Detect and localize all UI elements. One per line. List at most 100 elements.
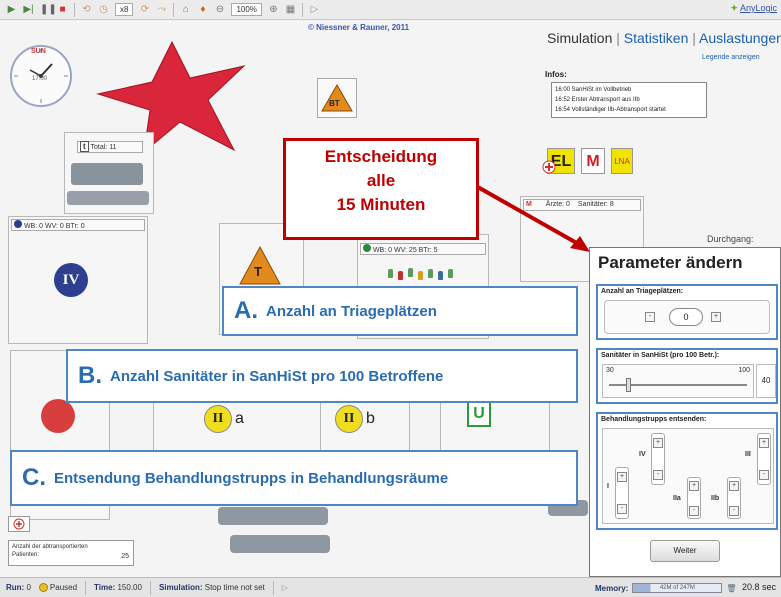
group-iia-minus-button[interactable]: - (689, 506, 699, 516)
group-i-minus-button[interactable]: - (617, 504, 627, 514)
faster-icon[interactable]: ⤳ (156, 4, 167, 15)
group-iia-plus-button[interactable]: + (689, 481, 699, 491)
status-divider (272, 580, 274, 595)
room-iv-stats: WB: 0 WV: 0 BTr: 0 (11, 219, 145, 231)
stretcher-group (218, 507, 328, 525)
u-marker: U (467, 401, 491, 427)
iia-marker: II (204, 405, 232, 433)
triage-total-label: Total: (90, 144, 108, 151)
callout-a: A. Anzahl an Triageplätzen (222, 286, 578, 336)
realtime-clock-icon[interactable]: ◷ (98, 4, 109, 15)
t-label: T (254, 264, 262, 279)
group-iv-minus-button[interactable]: - (653, 470, 663, 480)
group-iib-minus-button[interactable]: - (729, 506, 739, 516)
sani-value-field[interactable]: 40 (756, 364, 776, 398)
triage-plus-button[interactable]: + (711, 312, 721, 322)
tab-auslastungen[interactable]: Auslastungen (699, 30, 781, 46)
pause-icon[interactable]: ❚❚ (40, 4, 57, 15)
decision-line: 15 Minuten (336, 195, 426, 214)
slow-down-icon[interactable]: ⟲ (81, 4, 92, 15)
info-line: 16:54 Vollständiger IIb-Abtransport star… (555, 107, 666, 113)
patient-figure (398, 271, 403, 280)
zoom-in-icon[interactable]: ⊕ (268, 4, 279, 15)
tab-separator: | (692, 30, 696, 46)
time-value: 150.00 (117, 583, 142, 592)
group-iib-plus-button[interactable]: + (729, 481, 739, 491)
play-icon[interactable]: ▶ (6, 4, 17, 15)
group-iv-label: IV (639, 451, 646, 458)
patient-figure (388, 269, 393, 278)
toolbar-divider (74, 2, 75, 17)
btr-value: 0 (80, 223, 85, 230)
transported-box: Anzahl der abtransportierten Patienten: … (8, 540, 134, 566)
group-i-plus-button[interactable]: + (617, 472, 627, 482)
sani-max-label: 100 (738, 367, 750, 374)
wv-value: 25 (408, 247, 417, 254)
red-cross-icon (542, 160, 556, 174)
speed-field[interactable]: x8 (115, 3, 134, 16)
iib-suffix: b (366, 410, 375, 427)
toolbar-more-icon[interactable]: ▷ (309, 4, 320, 15)
memory-bar: 42M of 247M (632, 583, 723, 593)
triage-group: Anzahl an Triageplätzen: - 0 + (596, 284, 778, 340)
wv-value: 0 (59, 223, 64, 230)
group-iii-minus-button[interactable]: - (759, 470, 769, 480)
status-more-icon[interactable]: ▷ (282, 583, 288, 592)
patient-figure (428, 269, 433, 278)
zoom-out-icon[interactable]: ⊖ (214, 4, 225, 15)
trash-icon[interactable]: 🗑 (726, 584, 736, 593)
callout-a-text: Anzahl an Triageplätzen (266, 302, 437, 320)
group-iia-stepper: + - (687, 477, 701, 519)
m-marker: M (581, 148, 605, 174)
step-icon[interactable]: ▶| (23, 4, 34, 15)
triage-stepper: - 0 + (604, 300, 770, 334)
stretcher-group (230, 535, 330, 553)
parameter-title: Parameter ändern (598, 253, 743, 272)
sani-slider-thumb[interactable] (626, 378, 632, 392)
triage-label: Anzahl an Triageplätzen: (601, 288, 684, 295)
toolbar-divider (301, 2, 303, 17)
bt-label: BT (329, 99, 340, 108)
memory-value: 42M of 247M (659, 585, 695, 591)
weiter-button[interactable]: Weiter (650, 540, 720, 562)
room-iv: WB: 0 WV: 0 BTr: 0 IV (8, 216, 148, 344)
callout-b: B. Anzahl Sanitäter in SanHiSt pro 100 B… (66, 349, 578, 403)
legend-link[interactable]: Legende anzeigen (702, 54, 760, 61)
patient-figure (418, 271, 423, 280)
group-iv-plus-button[interactable]: + (653, 438, 663, 448)
brand-label: AnyLogic (739, 3, 777, 13)
infos-title: Infos: (545, 70, 567, 79)
pin-icon[interactable]: ♦ (197, 4, 208, 15)
layout-icon[interactable]: ▦ (285, 4, 296, 15)
wv-label: WV: (45, 223, 58, 230)
durchgang-label: Durchgang: (707, 234, 754, 244)
triage-value-field[interactable]: 0 (669, 308, 703, 326)
status-divider (85, 580, 87, 595)
memory-label: Memory: (595, 583, 629, 593)
zoom-field[interactable]: 100% (231, 3, 262, 16)
bt-zone: BT (317, 78, 357, 118)
brand-link[interactable]: ✦ AnyLogic (730, 3, 777, 14)
btr-label: BTr: (65, 223, 79, 230)
wb-value: 0 (388, 247, 393, 254)
triage-minus-button[interactable]: - (645, 312, 655, 322)
group-iii-plus-button[interactable]: + (759, 438, 769, 448)
group-iii-label: III (745, 451, 751, 458)
run-label: Run: (6, 583, 25, 592)
tab-simulation[interactable]: Simulation (547, 30, 612, 46)
copyright-text: © Niessner & Rauner, 2011 (308, 23, 410, 32)
room-lower-left-marker (41, 399, 75, 433)
triage-room: t Total: 11 (64, 132, 154, 214)
callout-c: C. Entsendung Behandlungstrupps in Behan… (10, 450, 578, 506)
home-view-icon[interactable]: ⌂ (180, 4, 191, 15)
paused-indicator-icon (38, 583, 48, 592)
wb-label: WB: (372, 247, 387, 254)
tab-statistiken[interactable]: Statistiken (624, 30, 689, 46)
sani-slider[interactable]: 30 100 (602, 364, 754, 398)
simulation-label: Simulation: (158, 583, 203, 592)
toolbar-divider (173, 2, 175, 17)
group-iii-stepper: + - (757, 433, 771, 485)
group-iib-stepper: + - (727, 477, 741, 519)
stop-icon[interactable]: ■ (57, 4, 68, 15)
speed-up-icon[interactable]: ⟳ (139, 4, 150, 15)
